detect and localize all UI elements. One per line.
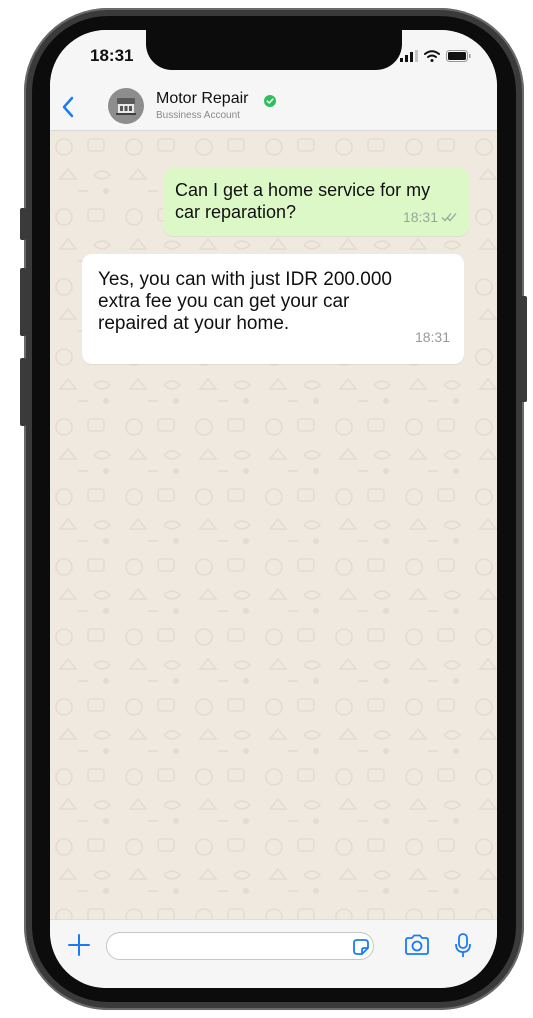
battery-icon xyxy=(446,50,471,62)
chat-area: Can I get a home service for my car repa… xyxy=(50,131,497,919)
verified-icon xyxy=(264,95,276,107)
storefront-icon xyxy=(116,98,136,115)
message-meta: 18:31 xyxy=(415,326,450,348)
camera-icon[interactable] xyxy=(404,934,430,956)
chat-wallpaper-pattern xyxy=(50,131,497,919)
microphone-icon[interactable] xyxy=(454,932,472,960)
status-icons xyxy=(400,50,471,62)
signal-icon xyxy=(400,50,418,62)
message-time: 18:31 xyxy=(402,209,438,225)
plus-icon[interactable] xyxy=(66,932,92,958)
mute-switch xyxy=(20,208,26,240)
status-bar: 18:31 xyxy=(50,30,497,86)
power-button xyxy=(521,296,527,402)
incoming-message[interactable]: Yes, you can with just IDR 200.000 extra… xyxy=(82,254,464,364)
message-meta: 18:31 xyxy=(403,206,457,228)
message-text: Yes, you can with just IDR 200.000 extra… xyxy=(98,269,392,334)
message-time: 18:31 xyxy=(414,329,450,345)
avatar[interactable] xyxy=(108,88,144,124)
message-input[interactable] xyxy=(106,932,374,960)
business-account-label: Bussiness Account xyxy=(156,110,240,121)
input-bar xyxy=(50,919,497,988)
phone-screen: 18:31 Motor Repair Bussiness Account Can… xyxy=(50,30,497,988)
status-time: 18:31 xyxy=(90,46,134,65)
notch xyxy=(146,30,402,70)
read-receipt-icon xyxy=(441,213,457,222)
wifi-icon xyxy=(424,50,440,62)
outgoing-message[interactable]: Can I get a home service for my car repa… xyxy=(163,168,469,236)
volume-up-button xyxy=(20,268,26,336)
chat-header: Motor Repair Bussiness Account xyxy=(50,86,497,131)
sticker-icon[interactable] xyxy=(352,938,370,956)
volume-down-button xyxy=(20,358,26,426)
back-icon[interactable] xyxy=(58,94,80,120)
contact-name[interactable]: Motor Repair xyxy=(156,90,248,108)
